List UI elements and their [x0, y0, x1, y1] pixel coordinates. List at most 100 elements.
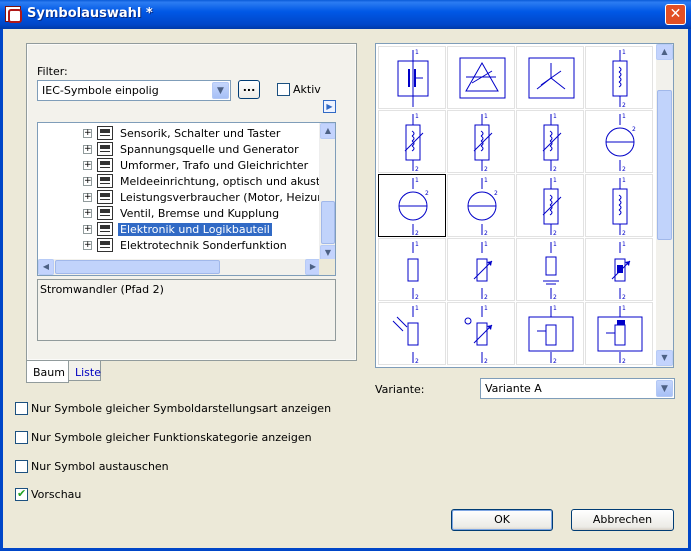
- coil-arrow-symbol-2[interactable]: 12: [447, 110, 515, 173]
- thermistor-symbol[interactable]: 12: [585, 238, 653, 301]
- coil-arrow-symbol-3[interactable]: 12: [516, 110, 584, 173]
- svg-text:2: 2: [632, 126, 636, 133]
- svg-text:2: 2: [622, 102, 626, 109]
- photoresistor-symbol[interactable]: 12: [378, 302, 446, 365]
- cancel-button[interactable]: Abbrechen: [571, 509, 674, 531]
- aktiv-checkbox[interactable]: [277, 83, 290, 96]
- expand-plus-icon[interactable]: +: [83, 177, 92, 186]
- filter-select-value: IEC-Symbole einpolig: [42, 84, 159, 97]
- triangle-delta-symbol[interactable]: [447, 46, 515, 109]
- svg-text:2: 2: [484, 294, 488, 301]
- current-transformer-symbol-3[interactable]: 122: [447, 174, 515, 237]
- svg-text:2: 2: [484, 358, 488, 365]
- scroll-down-icon[interactable]: ▼: [656, 350, 673, 366]
- tree-horizontal-scrollbar[interactable]: ◀ ▶: [38, 259, 321, 275]
- chevron-down-icon[interactable]: ▼: [212, 82, 229, 99]
- tree-hscroll-thumb[interactable]: [55, 260, 220, 274]
- expand-plus-icon[interactable]: +: [83, 145, 92, 154]
- svg-text:2: 2: [484, 230, 488, 237]
- svg-text:1: 1: [553, 305, 557, 312]
- play-icon[interactable]: ▶: [323, 100, 336, 113]
- variable-resistor-symbol[interactable]: 12: [447, 238, 515, 301]
- category-folder-icon: [97, 206, 113, 220]
- filter-browse-button[interactable]: ...: [238, 80, 260, 99]
- coil-slash-symbol[interactable]: 12: [516, 174, 584, 237]
- resistor-symbol[interactable]: 12: [378, 238, 446, 301]
- ok-button[interactable]: OK: [451, 509, 553, 531]
- svg-text:1: 1: [484, 241, 488, 248]
- filter-label: Filter:: [37, 65, 68, 78]
- filter-select[interactable]: IEC-Symbole einpolig ▼: [37, 80, 231, 101]
- svg-text:1: 1: [415, 49, 419, 56]
- trimmer-resistor-symbol[interactable]: 12: [447, 302, 515, 365]
- expand-plus-icon[interactable]: +: [83, 241, 92, 250]
- tree-item[interactable]: + Elektronik und Logikbauteil: [38, 221, 321, 237]
- tree-vertical-scrollbar[interactable]: ▲ ▼: [319, 123, 335, 261]
- inductor-coil-symbol[interactable]: 12: [585, 46, 653, 109]
- svg-text:2: 2: [553, 230, 557, 237]
- svg-text:1: 1: [622, 241, 626, 248]
- tree-item[interactable]: + Leistungsverbraucher (Motor, Heizung, L…: [38, 189, 335, 205]
- tree-vscroll-thumb[interactable]: [321, 201, 335, 244]
- option-checkbox-symboldarstellung[interactable]: [15, 402, 28, 415]
- variante-select[interactable]: Variante A ▼: [480, 378, 675, 399]
- tree-item-label: Elektronik und Logikbauteil: [118, 223, 272, 236]
- category-folder-icon: [97, 158, 113, 172]
- tree-item[interactable]: + Umformer, Trafo und Gleichrichter: [38, 157, 321, 173]
- tree-item[interactable]: + Elektrotechnik Sonderfunktion: [38, 237, 321, 253]
- option-label-funktionskategorie: Nur Symbole gleicher Funktionskategorie …: [31, 431, 312, 444]
- expand-plus-icon[interactable]: +: [83, 161, 92, 170]
- svg-text:1: 1: [622, 113, 626, 120]
- expand-plus-icon[interactable]: +: [83, 225, 92, 234]
- symbol-info-box: Stromwandler (Pfad 2): [37, 279, 336, 341]
- inductor-coil-symbol-2[interactable]: 12: [585, 174, 653, 237]
- expand-plus-icon[interactable]: +: [83, 209, 92, 218]
- symbol-grid-scroll-thumb[interactable]: [657, 90, 672, 240]
- svg-text:1: 1: [415, 177, 419, 184]
- tree-item[interactable]: + Spannungsquelle und Generator: [38, 141, 321, 157]
- tree-item[interactable]: + Ventil, Bremse und Kupplung: [38, 205, 321, 221]
- chevron-down-icon[interactable]: ▼: [656, 380, 673, 397]
- potentiometer-symbol-2[interactable]: 12: [585, 302, 653, 365]
- scroll-up-icon[interactable]: ▲: [320, 123, 335, 139]
- category-folder-icon: [97, 238, 113, 252]
- tree-item[interactable]: + Meldeeinrichtung, optisch und akustisch: [38, 173, 335, 189]
- tree-item-label: Elektrotechnik Sonderfunktion: [120, 239, 287, 252]
- close-icon[interactable]: ✕: [665, 4, 686, 25]
- expand-plus-icon[interactable]: +: [83, 193, 92, 202]
- svg-text:1: 1: [622, 305, 626, 312]
- potentiometer-symbol[interactable]: 12: [516, 302, 584, 365]
- svg-text:1: 1: [484, 113, 488, 120]
- symbol-info-text: Stromwandler (Pfad 2): [40, 283, 164, 296]
- current-transformer-symbol-2[interactable]: 122: [378, 174, 446, 237]
- option-checkbox-funktionskategorie[interactable]: [15, 431, 28, 444]
- star-wye-symbol[interactable]: [516, 46, 584, 109]
- tree-item-label: Meldeeinrichtung, optisch und akustisch: [120, 175, 336, 188]
- option-checkbox-austauschen[interactable]: [15, 460, 28, 473]
- aktiv-label: Aktiv: [293, 83, 321, 96]
- variante-label: Variante:: [375, 383, 425, 396]
- svg-text:2: 2: [553, 294, 557, 301]
- svg-text:2: 2: [494, 190, 498, 197]
- symbol-grid[interactable]: 11212121212212212212121212121212121212 ▲…: [375, 43, 674, 368]
- category-tree[interactable]: + Sensorik, Schalter und Taster + Spannungs…: [37, 122, 336, 276]
- expand-plus-icon[interactable]: +: [83, 129, 92, 138]
- category-folder-icon: [97, 126, 113, 140]
- symbol-grid-scrollbar[interactable]: ▲ ▼: [656, 44, 673, 367]
- scroll-left-icon[interactable]: ◀: [38, 259, 54, 275]
- svg-text:1: 1: [553, 113, 557, 120]
- option-checkbox-vorschau[interactable]: [15, 487, 28, 501]
- capacitor-box-symbol[interactable]: 1: [378, 46, 446, 109]
- scroll-corner: [319, 259, 335, 275]
- tree-item[interactable]: + Sensorik, Schalter und Taster: [38, 125, 321, 141]
- scroll-up-icon[interactable]: ▲: [656, 44, 673, 60]
- current-transformer-symbol[interactable]: 122: [585, 110, 653, 173]
- svg-text:2: 2: [415, 230, 419, 237]
- resistor-ground-symbol[interactable]: 12: [516, 238, 584, 301]
- tab-baum[interactable]: Baum: [26, 361, 69, 383]
- coil-arrow-symbol[interactable]: 12: [378, 110, 446, 173]
- tab-liste[interactable]: Liste: [69, 361, 101, 381]
- option-label-austauschen: Nur Symbol austauschen: [31, 460, 169, 473]
- option-label-vorschau: Vorschau: [31, 488, 82, 501]
- svg-text:1: 1: [484, 177, 488, 184]
